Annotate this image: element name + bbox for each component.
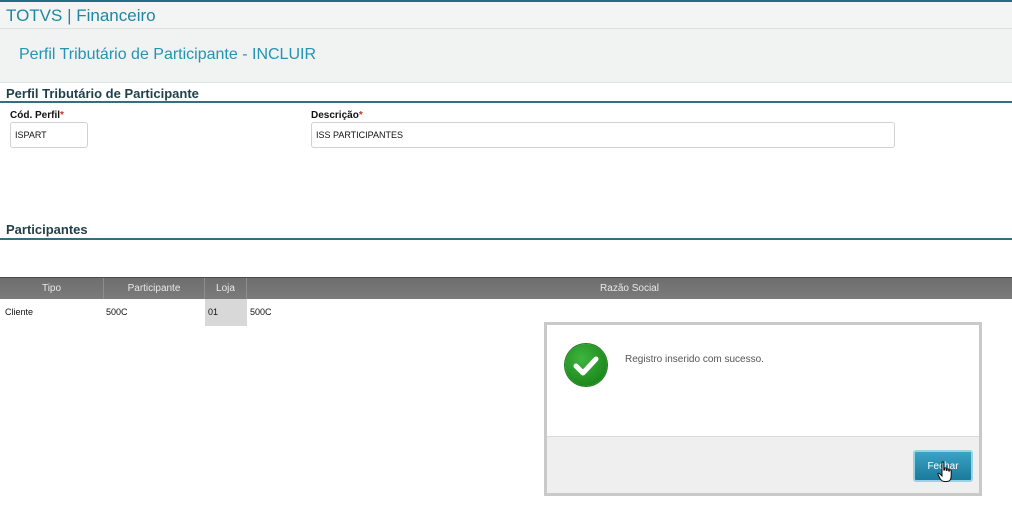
cell-participante: 500C — [106, 307, 128, 317]
cell-loja: 01 — [208, 307, 219, 317]
cell-tipo: Cliente — [5, 307, 34, 317]
app-title: TOTVS | Financeiro — [6, 6, 156, 25]
dialog-message: Registro inserido com sucesso. — [625, 354, 764, 365]
page-header: Perfil Tributário de Participante - INCL… — [0, 29, 1012, 83]
description-input[interactable] — [311, 122, 895, 148]
success-dialog: Registro inserido com sucesso. Fechar — [544, 322, 982, 496]
column-header-participante[interactable]: Participante — [104, 278, 205, 299]
profile-section-divider — [0, 101, 1012, 103]
code-label-text: Cód. Perfil — [10, 110, 61, 121]
description-label: Descrição* — [311, 110, 363, 121]
hand-cursor-icon — [937, 461, 953, 483]
cell-razao-social: 500C — [250, 307, 272, 317]
column-header-loja[interactable]: Loja — [205, 278, 247, 299]
column-header-razao-social[interactable]: Razão Social — [247, 278, 1012, 299]
participants-section-title: Participantes — [6, 222, 88, 237]
description-label-text: Descrição — [311, 110, 359, 121]
check-circle-icon — [565, 344, 607, 386]
grid-header: Tipo Participante Loja Razão Social — [0, 277, 1012, 299]
profile-section-title: Perfil Tributário de Participante — [6, 86, 199, 101]
code-label: Cód. Perfil* — [10, 110, 64, 121]
required-mark: * — [60, 110, 64, 121]
code-input[interactable] — [10, 122, 88, 148]
column-header-tipo[interactable]: Tipo — [0, 278, 104, 299]
top-bar: TOTVS | Financeiro — [0, 0, 1012, 29]
page-title: Perfil Tributário de Participante - INCL… — [19, 46, 316, 63]
participants-section-divider — [0, 238, 1012, 240]
required-mark: * — [358, 110, 363, 121]
